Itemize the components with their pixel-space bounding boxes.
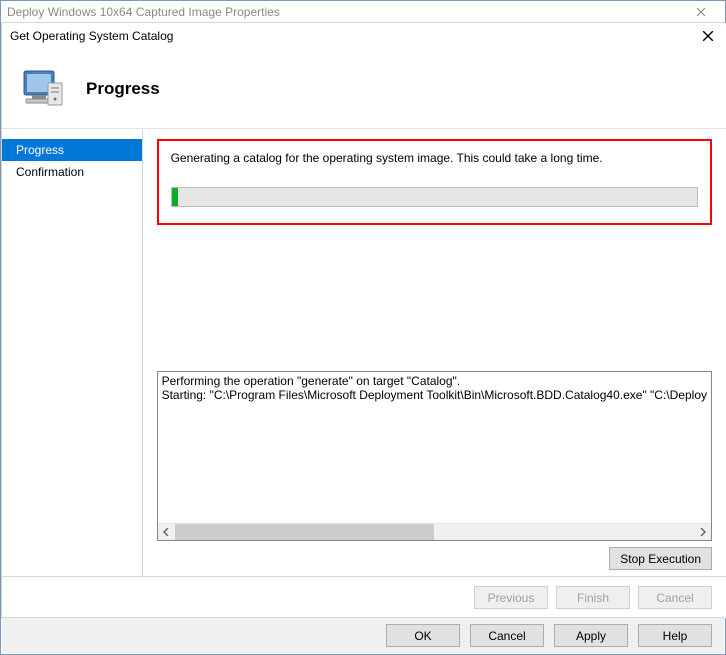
chevron-left-icon: [163, 528, 169, 536]
spacer: [157, 225, 712, 371]
log-scrollbar[interactable]: [158, 523, 711, 540]
outer-titlebar[interactable]: Deploy Windows 10x64 Captured Image Prop…: [1, 1, 725, 23]
scroll-track[interactable]: [175, 524, 694, 540]
scroll-thumb[interactable]: [175, 524, 435, 540]
progress-highlight: Generating a catalog for the operating s…: [157, 139, 712, 225]
apply-button[interactable]: Apply: [554, 624, 628, 647]
inner-titlebar[interactable]: Get Operating System Catalog: [2, 23, 726, 49]
finish-button[interactable]: Finish: [556, 586, 630, 609]
log-output[interactable]: Performing the operation "generate" on t…: [157, 371, 712, 541]
ok-button[interactable]: OK: [386, 624, 460, 647]
stop-execution-button[interactable]: Stop Execution: [609, 547, 712, 570]
chevron-right-icon: [700, 528, 706, 536]
progress-fill: [172, 188, 178, 206]
help-button[interactable]: Help: [638, 624, 712, 647]
wizard-title: Get Operating System Catalog: [10, 29, 173, 43]
wizard-header: Progress: [2, 49, 726, 129]
inner-close-button[interactable]: [698, 26, 718, 46]
cancel-button[interactable]: Cancel: [638, 586, 712, 609]
status-text: Generating a catalog for the operating s…: [171, 151, 698, 165]
wizard-footer: Previous Finish Cancel: [2, 576, 726, 618]
wizard-main: Generating a catalog for the operating s…: [142, 129, 726, 576]
progress-bar: [171, 187, 698, 207]
properties-window: Deploy Windows 10x64 Captured Image Prop…: [0, 0, 726, 655]
stop-row: Stop Execution: [157, 547, 712, 570]
wizard-header-title: Progress: [86, 79, 160, 99]
wizard-sidebar: Progress Confirmation: [2, 129, 142, 576]
computer-icon: [18, 65, 66, 113]
log-text: Performing the operation "generate" on t…: [158, 372, 711, 523]
previous-button[interactable]: Previous: [474, 586, 548, 609]
sidebar-item-confirmation[interactable]: Confirmation: [2, 161, 142, 183]
scroll-right-arrow[interactable]: [694, 524, 711, 540]
sidebar-item-progress[interactable]: Progress: [2, 139, 142, 161]
outer-cancel-button[interactable]: Cancel: [470, 624, 544, 647]
close-icon: [702, 30, 714, 42]
outer-close-button[interactable]: [681, 3, 721, 21]
scroll-left-arrow[interactable]: [158, 524, 175, 540]
close-icon: [696, 7, 706, 17]
wizard-content: Progress Confirmation Generating a catal…: [2, 129, 726, 576]
wizard-dialog: Get Operating System Catalog Progress Pr…: [1, 23, 726, 619]
outer-window-title: Deploy Windows 10x64 Captured Image Prop…: [7, 5, 280, 19]
outer-button-row: OK Cancel Apply Help: [2, 617, 724, 653]
